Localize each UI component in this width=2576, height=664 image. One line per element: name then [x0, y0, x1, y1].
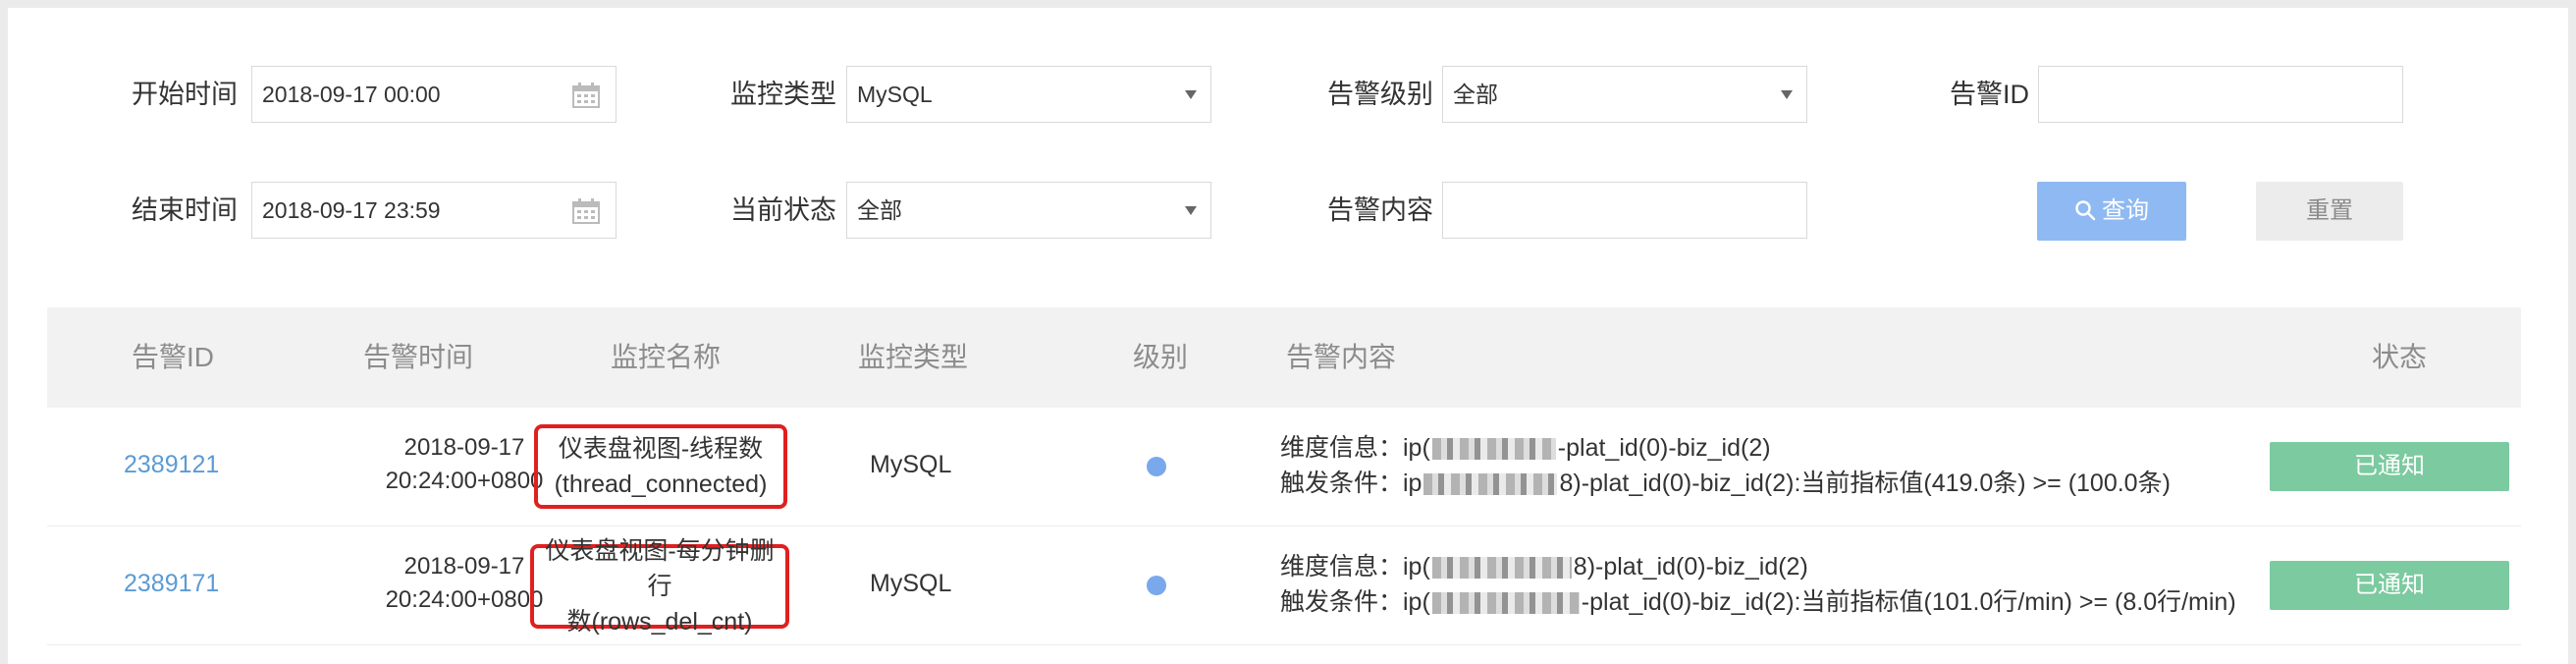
column-header-alert-time: 告警时间: [363, 342, 474, 372]
column-header-alert-content: 告警内容: [1286, 342, 1397, 372]
end-time-value: 2018-09-17 23:59: [262, 197, 441, 223]
level-indicator: [1147, 457, 1166, 476]
column-header-alert-id: 告警ID: [132, 342, 215, 372]
monitor-name-line2: 数(rows_del_cnt): [566, 608, 753, 636]
dimension-info-line: 维度信息：ip(-plat_id(0)-biz_id(2): [1280, 434, 1771, 462]
alert-id-link[interactable]: 2389121: [124, 451, 219, 479]
alert-level-label: 告警级别: [1327, 80, 1433, 109]
chevron-down-icon: [1185, 90, 1197, 99]
level-indicator: [1147, 576, 1166, 595]
current-status-select[interactable]: 全部: [846, 182, 1211, 239]
reset-button[interactable]: 重置: [2256, 182, 2403, 241]
search-icon: [2075, 200, 2096, 221]
column-header-monitor-name: 监控名称: [611, 342, 722, 372]
column-header-monitor-type: 监控类型: [858, 342, 969, 372]
query-button[interactable]: 查询: [2037, 182, 2186, 241]
chevron-down-icon: [1781, 90, 1793, 99]
column-header-status: 状态: [2372, 342, 2428, 372]
calendar-icon[interactable]: [572, 83, 600, 108]
monitor-name-line2: (thread_connected): [554, 470, 768, 498]
current-status-value: 全部: [857, 197, 902, 223]
column-header-level: 级别: [1133, 342, 1189, 372]
alert-id-label: 告警ID: [1950, 80, 2029, 109]
start-time-field[interactable]: 2018-09-17 00:00: [251, 66, 617, 123]
redacted-ip: [1431, 438, 1556, 461]
alert-content-label: 告警内容: [1327, 195, 1433, 225]
monitor-name-line1: 仪表盘视图-线程数: [558, 435, 764, 463]
trigger-condition-line: 触发条件：ip(-plat_id(0)-biz_id(2):当前指标值(101.…: [1280, 588, 2236, 616]
redacted-ip: [1423, 473, 1558, 496]
end-time-label: 结束时间: [132, 195, 238, 225]
redacted-ip: [1431, 557, 1572, 580]
query-button-label: 查询: [2102, 197, 2149, 224]
alert-id-link[interactable]: 2389171: [124, 570, 219, 598]
alert-id-input[interactable]: [2038, 66, 2403, 123]
monitor-name-highlight: 仪表盘视图-线程数 (thread_connected): [534, 424, 787, 509]
table-row: 2389171 2018-09-17 20:24:00+0800 仪表盘视图-每…: [47, 526, 2521, 645]
alert-content: 维度信息：ip(-plat_id(0)-biz_id(2) 触发条件：ip 8)-…: [1280, 431, 2262, 510]
dimension-info-line: 维度信息：ip(8)-plat_id(0)-biz_id(2): [1280, 553, 1808, 581]
start-time-label: 开始时间: [132, 80, 238, 109]
alert-content-input[interactable]: [1442, 182, 1807, 239]
current-status-label: 当前状态: [730, 195, 836, 225]
monitor-name-line1: 仪表盘视图-每分钟删行: [545, 537, 775, 600]
calendar-icon[interactable]: [572, 198, 600, 224]
redacted-ip: [1431, 592, 1580, 615]
alert-level-value: 全部: [1453, 82, 1498, 107]
monitor-type-value: MySQL: [857, 82, 933, 107]
table-row: 2389121 2018-09-17 20:24:00+0800 仪表盘视图-线…: [47, 408, 2521, 526]
start-time-value: 2018-09-17 00:00: [262, 82, 441, 107]
monitor-type-select[interactable]: MySQL: [846, 66, 1211, 123]
monitor-type-value: MySQL: [870, 451, 952, 478]
table-header: 告警ID 告警时间 监控名称 监控类型 级别 告警内容 状态: [47, 307, 2521, 408]
alert-level-select[interactable]: 全部: [1442, 66, 1807, 123]
end-time-field[interactable]: 2018-09-17 23:59: [251, 182, 617, 239]
status-badge: 已通知: [2270, 561, 2509, 610]
trigger-condition-line: 触发条件：ip 8)-plat_id(0)-biz_id(2):当前指标值(419…: [1280, 470, 2171, 497]
monitor-name-highlight: 仪表盘视图-每分钟删行 数(rows_del_cnt): [530, 537, 789, 636]
alert-content: 维度信息：ip(8)-plat_id(0)-biz_id(2) 触发条件：ip(…: [1280, 550, 2262, 629]
status-badge: 已通知: [2270, 442, 2509, 491]
monitor-type-label: 监控类型: [730, 80, 836, 109]
monitor-type-value: MySQL: [870, 570, 952, 597]
chevron-down-icon: [1185, 206, 1197, 215]
